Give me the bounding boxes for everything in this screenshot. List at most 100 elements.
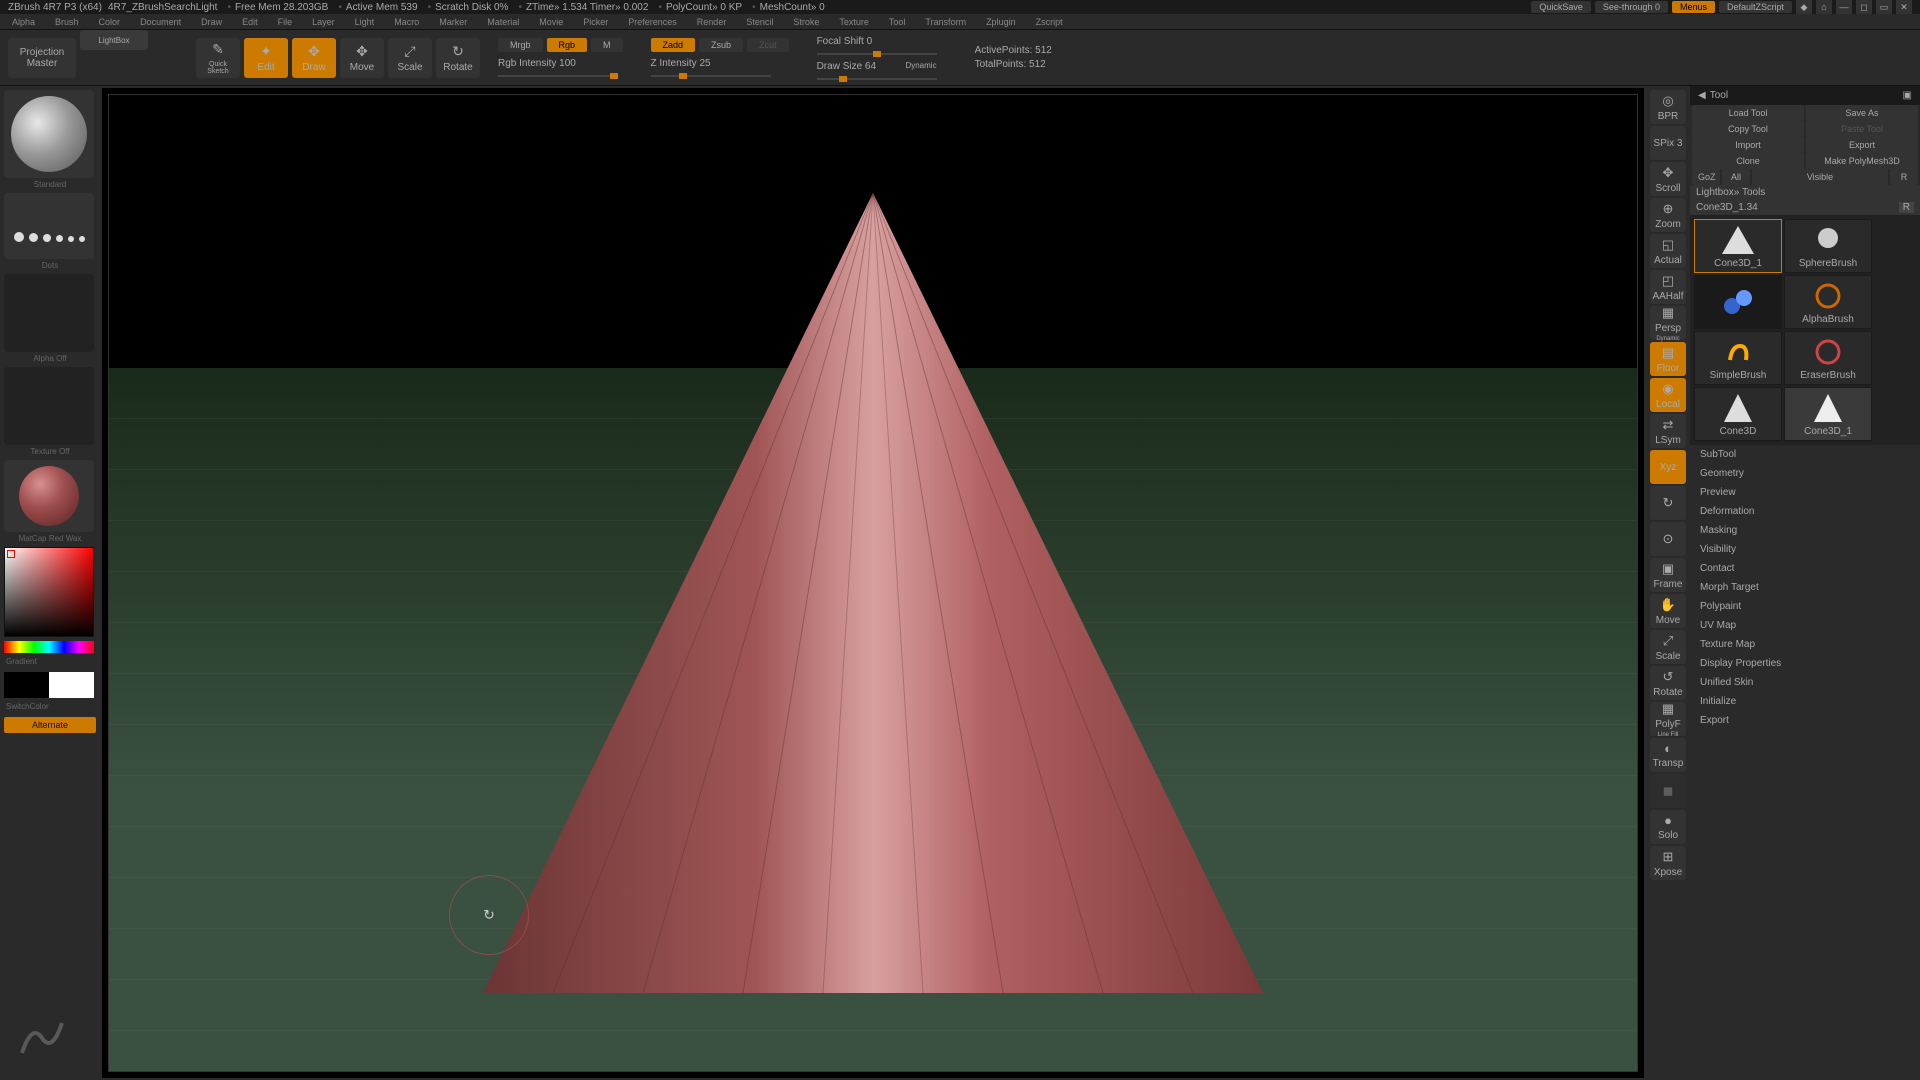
menu-color[interactable]: Color [91, 17, 129, 27]
zadd-button[interactable]: Zadd [651, 38, 696, 52]
gradient-label[interactable]: Gradient [4, 655, 96, 668]
zcut-button[interactable]: Zcut [747, 38, 789, 52]
section-contact[interactable]: Contact [1690, 559, 1920, 578]
tool-cone3d[interactable]: Cone3D [1694, 387, 1782, 441]
copy-tool-button[interactable]: Copy Tool [1692, 121, 1804, 137]
section-deformation[interactable]: Deformation [1690, 502, 1920, 521]
tool-empty[interactable] [1694, 275, 1782, 329]
color-swatches[interactable] [4, 672, 96, 698]
section-uv-map[interactable]: UV Map [1690, 616, 1920, 635]
menu-brush[interactable]: Brush [47, 17, 87, 27]
min-icon[interactable]: — [1836, 0, 1852, 14]
section-preview[interactable]: Preview [1690, 483, 1920, 502]
menu-alpha[interactable]: Alpha [4, 17, 43, 27]
max-icon[interactable]: ◻ [1856, 0, 1872, 14]
nav-rotate[interactable]: ↺Rotate [1650, 666, 1686, 700]
export-button[interactable]: Export [1806, 137, 1918, 153]
section-subtool[interactable]: SubTool [1690, 445, 1920, 464]
nav-local[interactable]: ◉Local [1650, 378, 1686, 412]
draw-mode-button[interactable]: ✥Draw [292, 38, 336, 78]
menu-render[interactable]: Render [689, 17, 735, 27]
back-icon[interactable]: ◀ [1698, 90, 1706, 101]
make-polymesh-button[interactable]: Make PolyMesh3D [1806, 153, 1918, 169]
menu-marker[interactable]: Marker [431, 17, 475, 27]
tool-simplebrush[interactable]: SimpleBrush [1694, 331, 1782, 385]
nav-floor[interactable]: ▤Floor [1650, 342, 1686, 376]
menu-movie[interactable]: Movie [531, 17, 571, 27]
tool-cone3d-1b[interactable]: Cone3D_1 [1784, 387, 1872, 441]
viewport[interactable] [102, 88, 1644, 1078]
nav-move[interactable]: ✋Move [1650, 594, 1686, 628]
help-icon[interactable]: ◆ [1796, 0, 1812, 14]
section-initialize[interactable]: Initialize [1690, 692, 1920, 711]
lightbox-button[interactable]: LightBox [80, 30, 148, 50]
section-texture-map[interactable]: Texture Map [1690, 635, 1920, 654]
clone-button[interactable]: Clone [1692, 153, 1804, 169]
save-as-button[interactable]: Save As [1806, 105, 1918, 121]
goz-button[interactable]: GoZ [1692, 169, 1720, 185]
section-display-properties[interactable]: Display Properties [1690, 654, 1920, 673]
menu-file[interactable]: File [270, 17, 301, 27]
load-tool-button[interactable]: Load Tool [1692, 105, 1804, 121]
paste-tool-button[interactable]: Paste Tool [1806, 121, 1918, 137]
scale-mode-button[interactable]: ⤢Scale [388, 38, 432, 78]
alpha-selector[interactable] [4, 274, 94, 352]
menu-preferences[interactable]: Preferences [620, 17, 685, 27]
menu-stroke[interactable]: Stroke [785, 17, 827, 27]
hide-icon[interactable]: ▭ [1876, 0, 1892, 14]
section-morph-target[interactable]: Morph Target [1690, 578, 1920, 597]
quicksketch-button[interactable]: ✎Quick Sketch [196, 38, 240, 78]
color-picker[interactable] [4, 547, 94, 637]
zsub-button[interactable]: Zsub [699, 38, 743, 52]
tool-cone3d-1[interactable]: Cone3D_1 [1694, 219, 1782, 273]
goz-all-button[interactable]: All [1722, 169, 1750, 185]
tool-spherebrush[interactable]: SphereBrush [1784, 219, 1872, 273]
mrgb-button[interactable]: Mrgb [498, 38, 543, 52]
menu-stencil[interactable]: Stencil [738, 17, 781, 27]
menu-picker[interactable]: Picker [575, 17, 616, 27]
nav-xpose[interactable]: ⊞Xpose [1650, 846, 1686, 880]
m-button[interactable]: M [591, 38, 623, 52]
goz-r-button[interactable]: R [1890, 169, 1918, 185]
nav-persp[interactable]: ▦PerspDynamic [1650, 306, 1686, 340]
nav-↻[interactable]: ↻ [1650, 486, 1686, 520]
projection-master-button[interactable]: Projection Master [8, 38, 76, 78]
rgb-intensity-slider[interactable]: Rgb Intensity 100 [498, 58, 623, 77]
menu-tool[interactable]: Tool [881, 17, 914, 27]
focal-shift-slider[interactable]: Focal Shift 0 [817, 36, 937, 55]
section-masking[interactable]: Masking [1690, 521, 1920, 540]
nav-aahalf[interactable]: ◰AAHalf [1650, 270, 1686, 304]
nav-xyz[interactable]: Xyz [1650, 450, 1686, 484]
nav-actual[interactable]: ◱Actual [1650, 234, 1686, 268]
nav-◼[interactable]: ◼ [1650, 774, 1686, 808]
draw-size-slider[interactable]: Draw Size 64Dynamic [817, 61, 937, 80]
menu-macro[interactable]: Macro [386, 17, 427, 27]
nav-⊙[interactable]: ⊙ [1650, 522, 1686, 556]
nav-transp[interactable]: ◐Transp [1650, 738, 1686, 772]
hue-slider[interactable] [4, 641, 94, 653]
menu-zscript[interactable]: Zscript [1028, 17, 1071, 27]
rgb-button[interactable]: Rgb [547, 38, 588, 52]
lightbox-tools-link[interactable]: Lightbox» Tools [1690, 185, 1920, 200]
menu-light[interactable]: Light [347, 17, 383, 27]
menu-edit[interactable]: Edit [234, 17, 266, 27]
move-mode-button[interactable]: ✥Move [340, 38, 384, 78]
rotate-mode-button[interactable]: ↻Rotate [436, 38, 480, 78]
menu-document[interactable]: Document [132, 17, 189, 27]
nav-scroll[interactable]: ✥Scroll [1650, 162, 1686, 196]
stroke-selector[interactable] [4, 193, 94, 259]
nav-solo[interactable]: ●Solo [1650, 810, 1686, 844]
section-visibility[interactable]: Visibility [1690, 540, 1920, 559]
menu-draw[interactable]: Draw [193, 17, 230, 27]
section-unified-skin[interactable]: Unified Skin [1690, 673, 1920, 692]
material-selector[interactable] [4, 460, 94, 532]
menu-layer[interactable]: Layer [304, 17, 343, 27]
switchcolor-button[interactable]: SwitchColor [4, 700, 96, 713]
menu-material[interactable]: Material [479, 17, 527, 27]
alternate-button[interactable]: Alternate [4, 717, 96, 733]
goz-visible-button[interactable]: Visible [1752, 169, 1888, 185]
menu-zplugin[interactable]: Zplugin [978, 17, 1024, 27]
seethrough-slider[interactable]: See-through 0 [1595, 1, 1668, 13]
quicksave-button[interactable]: QuickSave [1531, 1, 1591, 13]
import-button[interactable]: Import [1692, 137, 1804, 153]
